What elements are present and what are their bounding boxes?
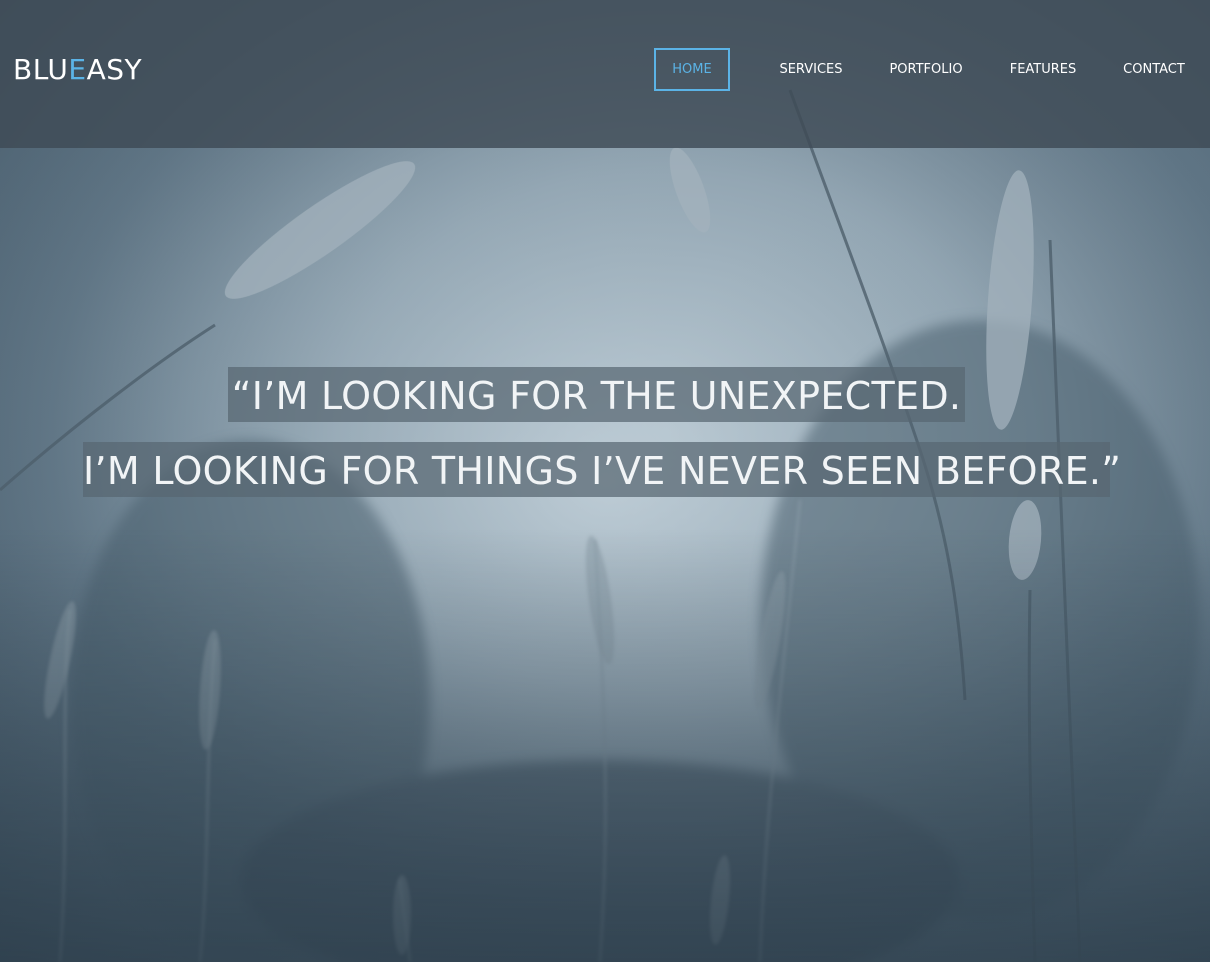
nav-item-features[interactable]: FEATURES [1000,48,1086,91]
main-nav: HOME SERVICES PORTFOLIO FEATURES CONTACT [0,48,1210,91]
hero-quote-line-2: I’M LOOKING FOR THINGS I’VE NEVER SEEN B… [83,442,1121,497]
nav-item-portfolio[interactable]: PORTFOLIO [878,48,974,91]
hero-quote-line-1: “I’M LOOKING FOR THE UNEXPECTED. [228,367,965,422]
nav-item-services[interactable]: SERVICES [770,48,852,91]
site-header: BLUEASY HOME SERVICES PORTFOLIO FEATURES… [0,0,1210,148]
page: BLUEASY HOME SERVICES PORTFOLIO FEATURES… [0,0,1210,962]
nav-item-contact[interactable]: CONTACT [1112,48,1196,91]
nav-item-home[interactable]: HOME [654,48,730,91]
